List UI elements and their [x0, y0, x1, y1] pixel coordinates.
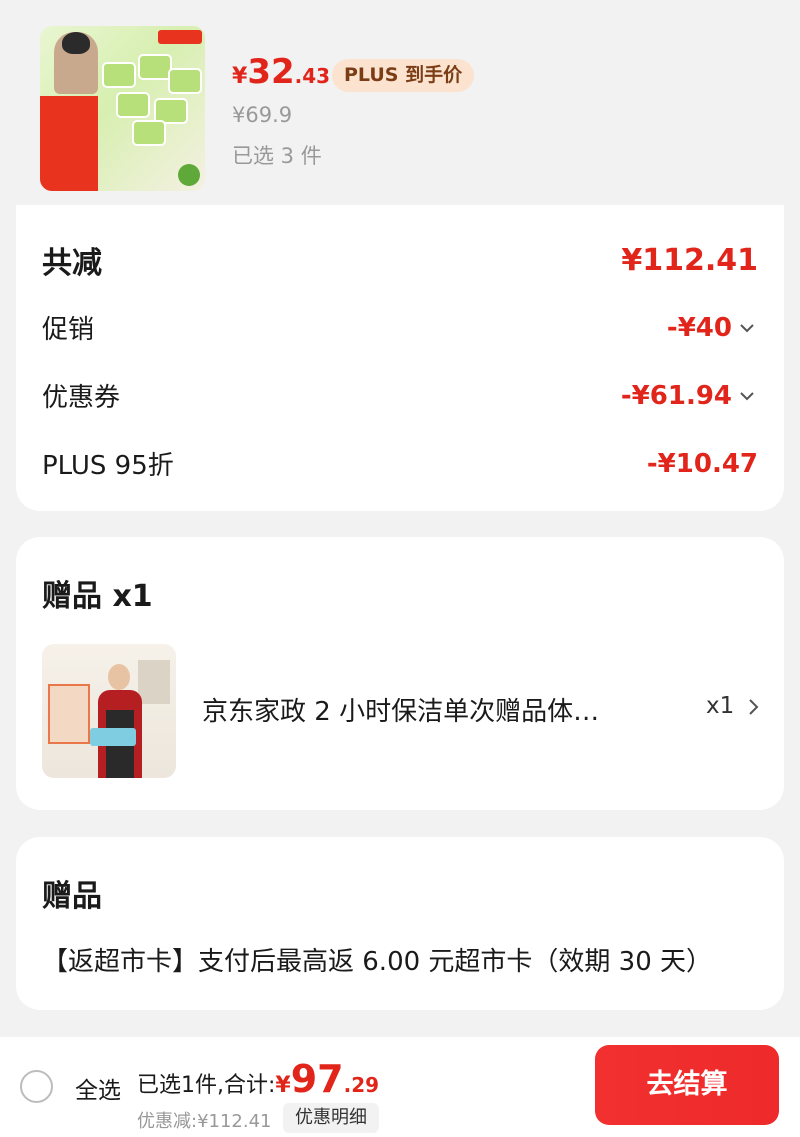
- select-all-label[interactable]: 全选: [75, 1071, 121, 1105]
- plus-discount-amount: -¥10.47: [646, 448, 758, 479]
- gift-rebate-title: 赠品: [42, 879, 102, 914]
- selected-quantity: 已选 3 件: [232, 144, 322, 168]
- discount-detail-button[interactable]: 优惠明细: [283, 1103, 379, 1133]
- chevron-down-icon[interactable]: [736, 385, 758, 407]
- gift-rebate-description: 【返超市卡】支付后最高返 6.00 元超市卡（效期 30 天）: [42, 947, 713, 977]
- gift-title: 赠品 x1: [42, 579, 153, 614]
- discount-row-amount: -¥61.94: [621, 381, 758, 411]
- discount-row-amount: -¥40: [667, 313, 758, 343]
- gift-image[interactable]: [42, 644, 176, 778]
- price-integer: 32: [247, 52, 295, 92]
- gift-image-worker-head: [108, 664, 130, 690]
- total-decimal: .29: [343, 1073, 380, 1097]
- chevron-right-icon[interactable]: [744, 695, 764, 719]
- saved-amount: 优惠减:¥112.41: [137, 1111, 272, 1132]
- gift-image-box: [90, 728, 136, 746]
- plus-price: ¥ 32 .43: [232, 52, 330, 96]
- gift-item-name[interactable]: 京东家政 2 小时保洁单次赠品体…: [202, 691, 642, 728]
- discount-total-row: 共减 ¥112.41: [42, 238, 758, 282]
- checkout-bar: 全选 已选1件,合计: ¥ 97 .29 优惠减:¥112.41 优惠明细 去结…: [0, 1037, 800, 1137]
- discount-total-label: 共减: [42, 246, 102, 281]
- total-symbol: ¥: [275, 1073, 291, 1098]
- gift-image-window: [138, 660, 170, 704]
- product-image-promo-panel: [40, 96, 98, 191]
- discount-card: 共减 ¥112.41 促销 -¥40 优惠券 -¥61.94 PLUS 95折 …: [16, 205, 784, 511]
- order-total: 已选1件,合计: ¥ 97 .29: [137, 1057, 379, 1101]
- product-image-spokesperson: [54, 32, 98, 94]
- product-summary: ¥ 32 .43 PLUS 到手价 ¥69.9 已选 3 件: [0, 0, 800, 200]
- order-summary-text: 已选1件,合计:: [137, 1073, 276, 1098]
- gift-item-quantity: x1: [706, 693, 735, 719]
- select-all-checkbox[interactable]: [20, 1070, 53, 1103]
- checkout-button[interactable]: 去结算: [595, 1045, 779, 1125]
- plus-price-tag: PLUS 到手价: [332, 59, 475, 92]
- discount-row-coupon[interactable]: 优惠券 -¥61.94: [42, 377, 758, 414]
- discount-row-label: 促销: [42, 315, 95, 345]
- original-price: ¥69.9: [232, 103, 293, 127]
- gift-card: 赠品 x1 京东家政 2 小时保洁单次赠品体… x1: [16, 537, 784, 810]
- product-image-tissue-packs: [102, 54, 202, 146]
- gift-rebate-card: 赠品 【返超市卡】支付后最高返 6.00 元超市卡（效期 30 天）: [16, 837, 784, 1010]
- chevron-down-icon[interactable]: [736, 317, 758, 339]
- coupon-amount: -¥61.94: [620, 380, 732, 411]
- product-image-brand-tag: [158, 30, 202, 44]
- gift-image-poster: [48, 684, 90, 744]
- discount-row-plus: PLUS 95折 -¥10.47: [42, 445, 758, 482]
- discount-row-label: PLUS 95折: [42, 451, 174, 481]
- discount-total-amount: ¥112.41: [621, 242, 758, 278]
- discount-row-promotion[interactable]: 促销 -¥40: [42, 309, 758, 346]
- price-decimal: .43: [294, 64, 331, 88]
- price-symbol: ¥: [232, 64, 248, 89]
- product-image[interactable]: [40, 26, 205, 191]
- promotion-amount: -¥40: [666, 312, 732, 343]
- total-integer: 97: [290, 1057, 344, 1101]
- product-image-badge: [178, 164, 200, 186]
- discount-row-label: 优惠券: [42, 383, 121, 413]
